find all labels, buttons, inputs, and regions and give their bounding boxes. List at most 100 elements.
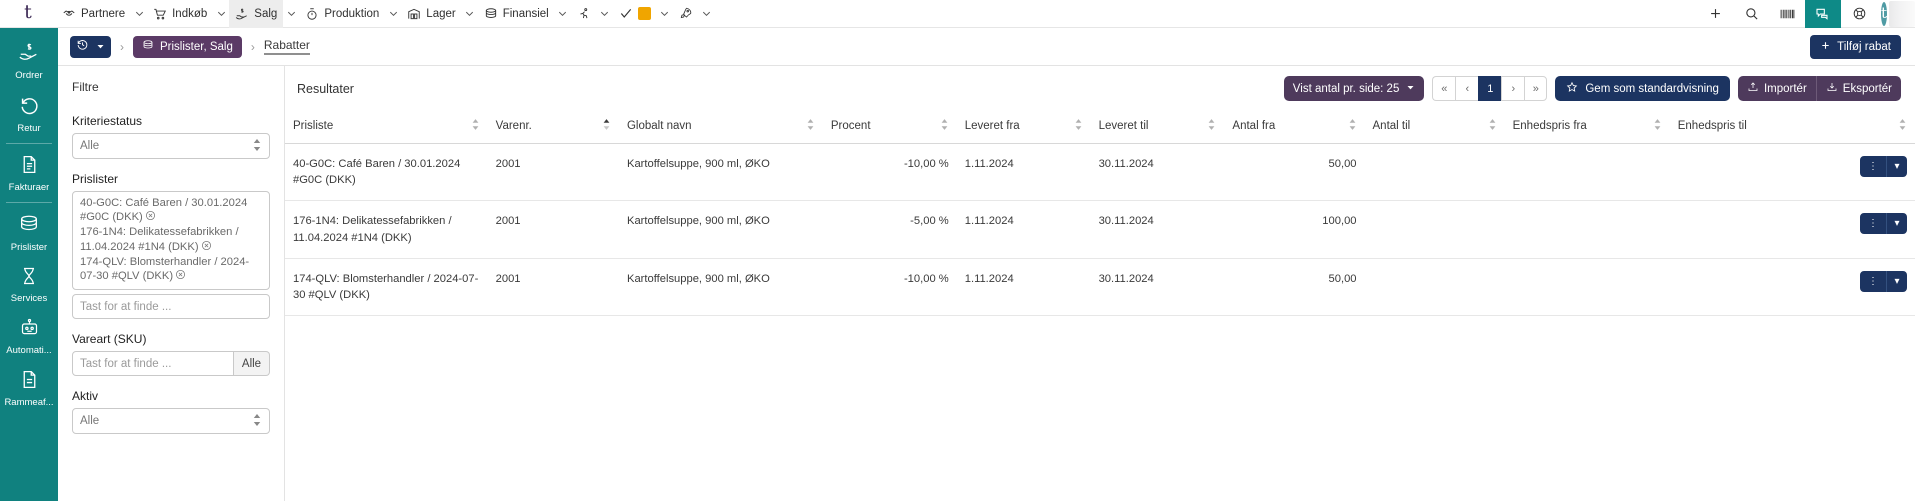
table-row[interactable]: 40-G0C: Café Baren / 30.01.2024 #G0C (DK… [285,144,1915,201]
chevron-down-icon-finansiel[interactable] [555,0,571,28]
close-icon[interactable] [201,240,212,255]
table-row[interactable]: 174-QLV: Blomsterhandler / 2024-07-30 #Q… [285,258,1915,315]
sidebar-item-ordrer[interactable]: Ordrer [0,34,58,87]
row-menu-caret[interactable]: ▾ [1887,271,1907,292]
barcode-icon[interactable] [1769,0,1805,28]
results-table-wrapper: Prisliste Varenr. Globalt navn Procent L… [285,109,1915,501]
row-menu-button[interactable]: ⋮ [1860,156,1887,177]
breadcrumb-separator: › [242,40,264,54]
robot-icon [19,317,40,343]
contract-icon [19,369,40,395]
chevron-down-icon-activity[interactable] [597,0,613,28]
breadcrumb-chip-prislister[interactable]: Prislister, Salg [133,36,242,58]
sidebar-item-rammeaftaler[interactable]: Rammeaf... [0,362,58,414]
sidebar-item-services[interactable]: Services [0,259,58,310]
menu-salg[interactable]: Salg [229,0,283,28]
add-rabat-button[interactable]: Tilføj rabat [1810,35,1901,59]
chevron-down-icon-salg[interactable] [283,0,299,28]
breadcrumb-current-rabatter[interactable]: Rabatter [264,38,310,55]
menu-partnere[interactable]: Partnere [56,0,131,28]
column-header-enhedspris-fra[interactable]: Enhedspris fra [1505,109,1670,144]
cell-leveret-fra: 1.11.2024 [957,258,1091,315]
aktiv-select[interactable]: Alle [72,408,270,434]
sidebar-item-automatisering[interactable]: Automati... [0,310,58,362]
menu-produktion[interactable]: Produktion [299,0,385,28]
sort-icon [1488,118,1497,134]
column-header-leveret-fra[interactable]: Leveret fra [957,109,1091,144]
chevron-down-icon-lager[interactable] [462,0,478,28]
filter-panel-title: Filtre [72,80,270,94]
menu-status[interactable] [613,0,657,28]
vareart-alle-button[interactable]: Alle [234,351,270,376]
chevron-down-icon-produktion[interactable] [385,0,401,28]
cell-antal-til [1365,201,1505,258]
cell-prisliste: 176-1N4: Delikatessefabrikken / 11.04.20… [285,201,488,258]
chevron-down-icon-partnere[interactable] [131,0,147,28]
column-label: Procent [831,120,934,132]
page-next-button[interactable]: › [1501,76,1524,101]
column-header-procent[interactable]: Procent [823,109,957,144]
sidebar-item-retur[interactable]: Retur [0,87,58,140]
filter-kriteriestatus: Kriteriestatus Alle [72,114,270,159]
sidebar-label: Fakturaer [9,183,50,193]
sidebar-item-fakturaer[interactable]: Fakturaer [0,147,58,199]
avatar[interactable]: t [1881,0,1915,28]
menu-lager[interactable]: Lager [401,0,461,28]
chevron-down-icon-indkob[interactable] [213,0,229,28]
prislister-token-box[interactable]: 40-G0C: Café Baren / 30.01.2024 #G0C (DK… [72,191,270,290]
menu-activity[interactable] [571,0,597,28]
pagination: « ‹ 1 › » [1432,76,1547,101]
import-label: Importér [1764,83,1807,95]
column-header-antal-til[interactable]: Antal til [1365,109,1505,144]
import-button[interactable]: Importér [1738,76,1816,101]
column-header-globalt-navn[interactable]: Globalt navn [619,109,823,144]
row-menu-caret[interactable]: ▾ [1887,156,1907,177]
chat-icon[interactable] [1805,0,1841,28]
cell-leveret-til: 30.11.2024 [1091,201,1225,258]
close-icon[interactable] [175,269,186,284]
sort-icon [1074,118,1083,134]
hand-coin-icon [18,41,40,68]
lifebuoy-icon[interactable] [1841,0,1877,28]
sidebar-label: Ordrer [15,71,42,81]
vareart-placeholder: Tast for at finde ... [80,358,171,370]
menu-rocket[interactable] [673,0,699,28]
page-first-button[interactable]: « [1432,76,1455,101]
search-icon[interactable] [1733,0,1769,28]
menu-finansiel[interactable]: Finansiel [478,0,555,28]
kriteriestatus-select[interactable]: Alle [72,133,270,159]
plus-icon[interactable] [1697,0,1733,28]
sidebar-item-prislister[interactable]: Prislister [0,206,58,259]
column-label: Enhedspris fra [1513,120,1647,132]
menu-indkob[interactable]: Indkøb [147,0,213,28]
column-label: Antal til [1373,120,1482,132]
table-row[interactable]: 176-1N4: Delikatessefabrikken / 11.04.20… [285,201,1915,258]
column-header-prisliste[interactable]: Prisliste [285,109,488,144]
filter-label: Kriteriestatus [72,114,270,128]
row-menu-caret[interactable]: ▾ [1887,213,1907,234]
row-menu-button[interactable]: ⋮ [1860,213,1887,234]
page-last-button[interactable]: » [1524,76,1547,101]
column-header-varenr[interactable]: Varenr. [488,109,619,144]
history-button[interactable] [70,36,111,58]
column-header-enhedspris-til[interactable]: Enhedspris til [1670,109,1915,144]
hourglass-icon [19,266,39,291]
row-menu-button[interactable]: ⋮ [1860,271,1887,292]
import-icon [1747,81,1759,96]
vareart-search-input[interactable]: Tast for at finde ... [72,351,234,376]
export-button[interactable]: Eksportér [1816,76,1901,101]
cell-antal-fra: 100,00 [1224,201,1364,258]
chevron-down-icon-status[interactable] [657,0,673,28]
save-default-view-button[interactable]: Gem som standardvisning [1555,76,1730,101]
chevron-down-icon [96,38,105,56]
app-logo[interactable]: t [0,0,56,28]
column-header-antal-fra[interactable]: Antal fra [1224,109,1364,144]
page-prev-button[interactable]: ‹ [1455,76,1478,101]
filter-label: Vareart (SKU) [72,332,270,346]
page-current[interactable]: 1 [1478,76,1501,101]
close-icon[interactable] [145,210,156,225]
prislister-search-input[interactable]: Tast for at finde ... [72,294,270,319]
column-header-leveret-til[interactable]: Leveret til [1091,109,1225,144]
chevron-down-icon-rocket[interactable] [699,0,715,28]
page-size-button[interactable]: Vist antal pr. side: 25 [1284,76,1425,101]
